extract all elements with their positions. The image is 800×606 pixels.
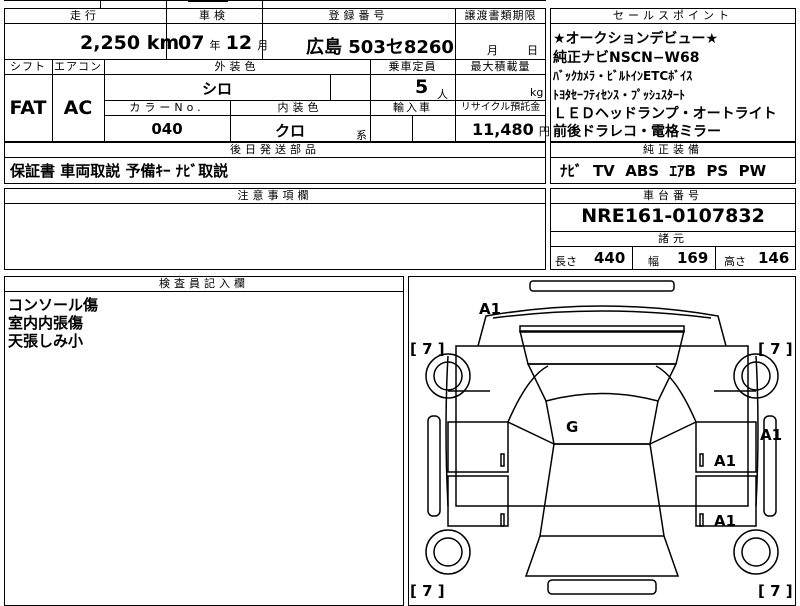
license-plate: 広島 503セ8260 — [306, 37, 454, 58]
damage-right-rear-door: A1 — [714, 512, 737, 530]
length-label: 長さ — [555, 255, 577, 268]
selling-point-2: 純正ナビNSCN−W68 — [553, 50, 700, 66]
capacity-value: 5 — [415, 76, 429, 98]
max-load-unit: kg — [530, 86, 544, 99]
color-no-value: 040 — [151, 120, 183, 138]
selling-points-label: セールスポイント — [613, 9, 733, 22]
inspection-month-unit: 月 — [257, 39, 269, 52]
interior-color-suffix: 系 — [356, 129, 367, 142]
recycle-fee-value: 11,480 — [472, 120, 534, 139]
inspection-label: 車検 — [199, 9, 229, 22]
selling-point-3: ﾊﾞｯｸｶﾒﾗ・ﾋﾞﾙﾄｲﾝETCﾎﾞｲｽ — [553, 69, 693, 83]
tire-front-right-value: 7 — [770, 340, 781, 358]
mileage-number: 2,250 — [80, 32, 141, 54]
oem-equipment-label: 純正装備 — [643, 143, 703, 156]
registration-label: 登録番号 — [328, 9, 389, 22]
capacity-label: 乗車定員 — [388, 60, 437, 73]
tire-rear-right-value: 7 — [770, 582, 781, 600]
tire-front-left: [ 7 ] — [410, 340, 445, 358]
selling-point-4: ﾄﾖﾀｾｰﾌﾃｨｾﾝｽ・ﾌﾟｯｼｭｽﾀｰﾄ — [553, 88, 686, 102]
tire-rear-left: [ 7 ] — [410, 582, 445, 600]
transfer-docs-label: 譲渡書類期限 — [464, 9, 537, 22]
inspector-note-3: 天張しみ小 — [8, 332, 84, 350]
notes-label: 注意事項欄 — [237, 189, 313, 202]
interior-color-value: クロ — [274, 122, 305, 140]
inspection-date: 07 年 12 月 — [178, 32, 268, 54]
accessories-text: 保証書 車両取説 予備ｷｰ ﾅﾋﾞ取説 — [10, 162, 229, 180]
accessories-label: 後日発送部品 — [230, 143, 320, 156]
transfer-day-unit: 日 — [527, 44, 538, 57]
oem-equipment-text: ﾅﾋﾞ TV ABS ｴｱB PS PW — [560, 162, 767, 180]
inspection-year: 07 — [178, 32, 205, 54]
tire-rear-right: [ 7 ] — [758, 582, 793, 600]
damage-roof: G — [566, 418, 579, 436]
recycle-fee-unit: 円 — [538, 125, 550, 138]
chassis-number: NRE161-0107832 — [581, 205, 765, 227]
max-load-label: 最大積載量 — [470, 60, 531, 73]
damage-front: A1 — [479, 300, 502, 318]
inspection-year-unit: 年 — [209, 39, 221, 52]
specs-label: 諸元 — [658, 232, 688, 245]
shift-value: FAT — [9, 97, 47, 119]
selling-point-5: ＬＥＤヘッドランプ・オートライト — [553, 106, 777, 122]
color-no-label: カラーNo. — [129, 101, 205, 114]
exterior-color-value: シロ — [201, 80, 232, 98]
recycle-label: リサイクル預託金 — [460, 102, 541, 113]
width-value: 169 — [677, 249, 709, 267]
mileage-label: 走行 — [70, 9, 100, 22]
interior-color-label: 内装色 — [277, 101, 323, 114]
damage-right-side: A1 — [760, 426, 783, 444]
width-label: 幅 — [648, 255, 659, 268]
selling-point-6: 前後ドラレコ・電格ミラー — [553, 124, 721, 140]
exterior-color-label: 外装色 — [214, 60, 260, 73]
transfer-month-unit: 月 — [487, 44, 498, 57]
inspector-label: 検査員記入欄 — [159, 277, 249, 290]
tire-front-left-value: 7 — [422, 340, 433, 358]
tire-front-right: [ 7 ] — [758, 340, 793, 358]
height-value: 146 — [758, 249, 790, 267]
mileage-unit: km — [146, 32, 180, 54]
selling-point-1: ★オークションデビュー★ — [553, 31, 719, 47]
aircon-value: AC — [63, 97, 93, 119]
shift-label: シフト — [10, 60, 46, 73]
mileage-value: 2,250 km — [80, 32, 179, 54]
inspection-month: 12 — [225, 32, 253, 54]
aircon-label: エアコン — [54, 60, 102, 73]
height-label: 高さ — [724, 255, 746, 268]
car-diagram — [425, 280, 779, 595]
chassis-label: 車台番号 — [643, 189, 703, 202]
import-label: 輸入車 — [393, 101, 432, 114]
tire-rear-left-value: 7 — [422, 582, 433, 600]
length-value: 440 — [594, 249, 626, 267]
recycle-fee: 11,480 円 — [472, 120, 550, 139]
damage-right-front-door: A1 — [714, 452, 737, 470]
